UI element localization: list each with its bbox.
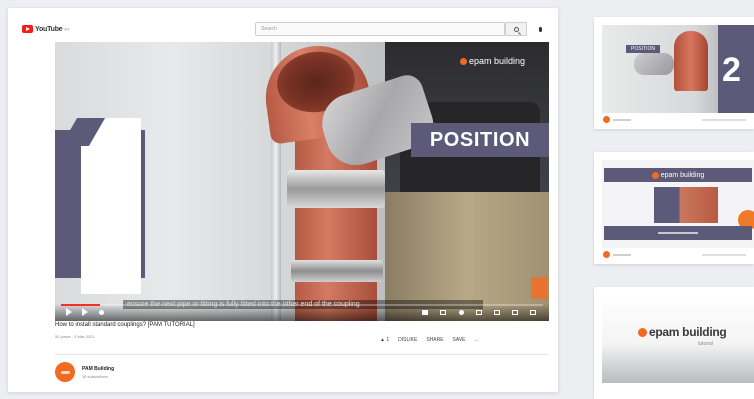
share-button[interactable]: SHARE <box>426 337 443 343</box>
gear-icon <box>458 309 464 315</box>
miniplayer-button[interactable] <box>475 308 483 316</box>
next-icon <box>82 308 88 316</box>
meta-line <box>613 118 631 121</box>
youtube-logo[interactable]: YouTube PT <box>22 25 70 33</box>
video-meta: 52 views · 3 Mar 2021 <box>55 334 95 339</box>
thumbnail-1-label: POSITION <box>626 45 660 53</box>
recommended-video-3[interactable]: epam building tutorial <box>594 287 754 399</box>
upper-coupling <box>287 170 385 208</box>
microphone-icon <box>538 26 542 32</box>
search-button[interactable] <box>505 22 527 36</box>
brand-logo-icon <box>638 327 647 337</box>
progress-fill <box>61 304 100 306</box>
thumbnail-1[interactable]: POSITION 2 <box>602 25 754 113</box>
cast-button[interactable] <box>511 308 519 316</box>
thumbnail-3-brand: epam building <box>638 325 727 339</box>
cast-icon <box>512 309 518 315</box>
thumbnail-1-number: 2 <box>722 51 741 89</box>
thumbnail-3-subtitle: tutorial <box>698 341 714 347</box>
miniplayer-icon <box>476 309 482 315</box>
thumbnail-2[interactable]: epam building <box>602 160 754 248</box>
channel-watermark-badge[interactable] <box>531 277 547 299</box>
channel-logo-icon <box>60 370 70 374</box>
position-label: POSITION <box>411 123 549 157</box>
logo-country-code: PT <box>64 26 70 32</box>
thumbnail-2-image <box>654 187 718 223</box>
channel-avatar-icon <box>603 116 610 123</box>
video-actions: ▲ 1 DISLIKE SHARE SAVE ... <box>380 337 479 343</box>
brand-logo-icon <box>460 57 467 65</box>
fullscreen-button[interactable] <box>529 308 537 316</box>
recommended-video-2[interactable]: epam building <box>594 152 754 264</box>
save-button[interactable]: SAVE <box>453 337 466 343</box>
subtitles-icon <box>440 309 446 315</box>
autoplay-toggle[interactable] <box>421 308 429 316</box>
subtitles-button[interactable] <box>439 308 447 316</box>
settings-button[interactable] <box>457 308 465 316</box>
voice-search-button[interactable] <box>533 22 547 36</box>
channel-avatar-icon <box>603 251 610 258</box>
volume-icon <box>98 309 104 315</box>
search-icon <box>513 26 519 32</box>
more-button[interactable]: ... <box>475 337 479 343</box>
thumbnail-2-brand: epam building <box>660 171 705 179</box>
play-icon <box>66 308 72 316</box>
channel-name[interactable]: PAM Building <box>82 366 114 372</box>
channel-avatar[interactable] <box>55 362 75 382</box>
logo-text: YouTube <box>35 25 63 33</box>
progress-bar[interactable] <box>61 304 543 306</box>
info-divider <box>55 354 549 355</box>
video-title: How to install standard couplings? [PAM … <box>55 322 195 328</box>
thumbnail-3-brand-name: epam building <box>649 325 727 339</box>
thumbnail-1-pipe <box>674 31 708 91</box>
top-bar: YouTube PT Search <box>8 8 558 42</box>
search-input[interactable]: Search <box>255 22 505 36</box>
thumbnail-3[interactable]: epam building tutorial <box>602 295 754 383</box>
step-number-text: 1 <box>55 42 56 43</box>
channel-subscribers: 16 subscribers <box>82 374 109 379</box>
theater-icon <box>494 309 500 315</box>
lower-coupling <box>291 260 383 282</box>
autoplay-icon <box>422 309 428 315</box>
theater-mode-button[interactable] <box>493 308 501 316</box>
thumbnail-2-meta <box>603 251 631 258</box>
thumbnail-1-hand <box>634 53 674 75</box>
thumbnail-2-header: epam building <box>604 168 752 182</box>
recommended-video-1[interactable]: POSITION 2 <box>594 17 754 129</box>
footer-text-line <box>658 232 698 234</box>
dislike-button[interactable]: DISLIKE <box>398 337 417 343</box>
meta-line-right <box>702 119 746 121</box>
meta-line <box>613 253 631 256</box>
thumbnail-2-footer <box>604 226 752 240</box>
thumbnail-3-background <box>602 295 754 383</box>
like-count: 1 <box>386 337 390 343</box>
thumbnail-1-meta <box>603 116 631 123</box>
play-button[interactable] <box>65 308 73 316</box>
next-button[interactable] <box>81 308 89 316</box>
step-number-glyph <box>81 118 141 294</box>
video-player[interactable]: 1 POSITION epam building ensure the next… <box>55 42 549 321</box>
youtube-play-icon <box>22 25 33 33</box>
fullscreen-icon <box>530 309 536 315</box>
volume-button[interactable] <box>97 308 105 316</box>
brand-logo-icon <box>651 171 659 179</box>
like-button[interactable]: ▲ 1 <box>380 337 389 343</box>
meta-line-right <box>702 254 746 256</box>
video-brand-watermark: epam building <box>460 56 525 66</box>
brand-name: epam building <box>469 56 526 66</box>
